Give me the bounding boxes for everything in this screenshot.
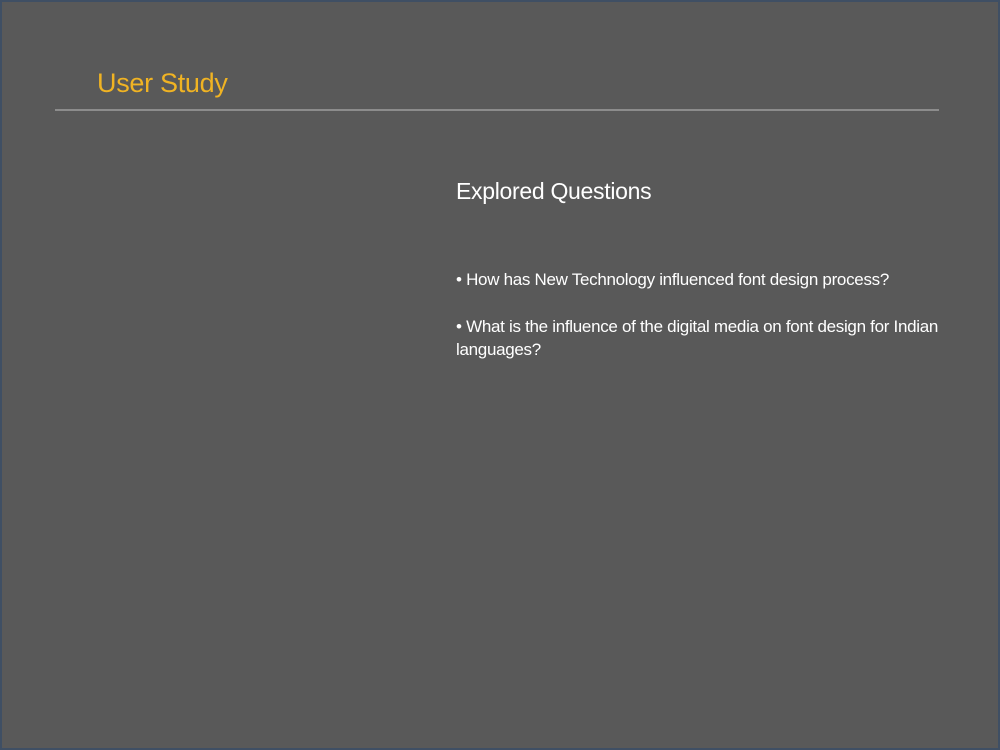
slide: User Study Explored Questions • How has … xyxy=(2,2,998,748)
question-item: • How has New Technology influenced font… xyxy=(456,270,889,289)
question-item: • What is the influence of the digital m… xyxy=(456,317,939,359)
slide-title: User Study xyxy=(97,68,228,98)
section-heading: Explored Questions xyxy=(456,178,652,204)
title-divider xyxy=(55,109,939,111)
question-list: • How has New Technology influenced font… xyxy=(456,268,956,385)
